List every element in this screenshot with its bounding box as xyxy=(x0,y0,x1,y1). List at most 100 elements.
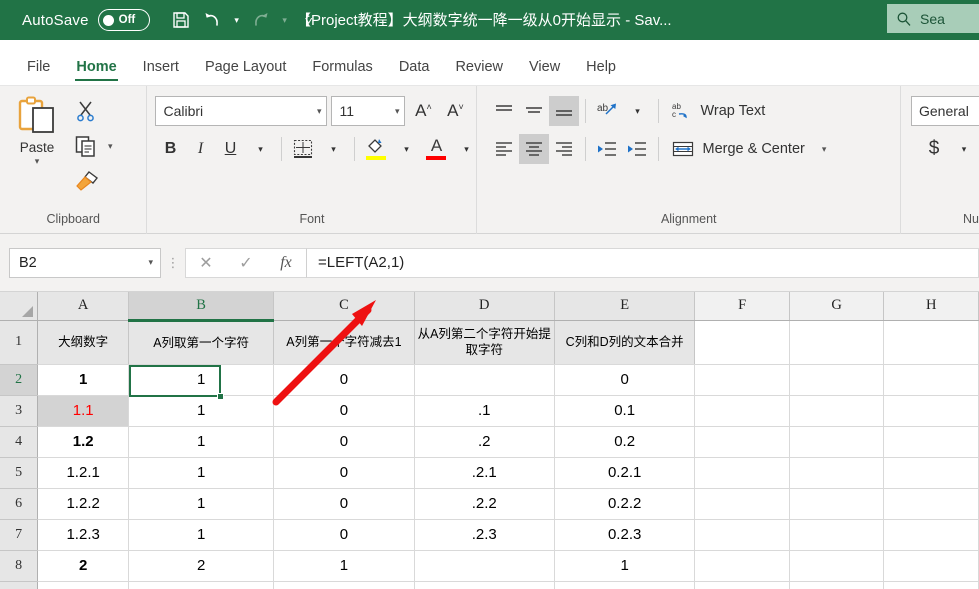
font-size-input[interactable]: 11 ▾ xyxy=(331,96,406,126)
font-color-button[interactable]: A xyxy=(421,134,451,164)
cell-d7[interactable]: .2.3 xyxy=(414,519,555,551)
cell-a2[interactable]: 1 xyxy=(37,364,129,396)
align-right-button[interactable] xyxy=(549,134,579,164)
column-header-a[interactable]: A xyxy=(37,292,129,321)
font-name-input[interactable]: Calibri ▾ xyxy=(155,96,328,126)
cell-a1[interactable]: 大纲数字 xyxy=(37,320,129,365)
currency-button[interactable]: $ xyxy=(919,134,949,164)
cell-h2[interactable] xyxy=(883,364,979,396)
italic-button[interactable]: I xyxy=(185,134,215,164)
cell-g5[interactable] xyxy=(789,457,885,489)
row-header-9[interactable] xyxy=(0,581,39,589)
cell-g8[interactable] xyxy=(789,550,885,582)
cell-e7[interactable]: 0.2.3 xyxy=(554,519,696,551)
fill-color-button[interactable] xyxy=(361,134,391,164)
cell-a8[interactable]: 2 xyxy=(37,550,129,582)
row-header-3[interactable]: 3 xyxy=(0,395,39,427)
row-header-7[interactable]: 7 xyxy=(0,519,39,551)
cell-d4[interactable]: .2 xyxy=(414,426,555,458)
cell-d1[interactable]: 从A列第二个字符开始提取字符 xyxy=(414,320,555,365)
copy-button[interactable]: ▾ xyxy=(74,131,144,161)
fill-handle[interactable] xyxy=(217,393,224,400)
cell-d2[interactable] xyxy=(414,364,555,396)
row-header-2[interactable]: 2 xyxy=(0,364,39,396)
cell-b9[interactable] xyxy=(128,581,275,589)
row-header-5[interactable]: 5 xyxy=(0,457,39,489)
decrease-indent-button[interactable] xyxy=(592,134,622,164)
tab-file[interactable]: File xyxy=(14,59,63,85)
cell-g7[interactable] xyxy=(789,519,885,551)
column-header-g[interactable]: G xyxy=(789,292,885,321)
cut-button[interactable] xyxy=(74,96,144,126)
cell-h4[interactable] xyxy=(883,426,979,458)
cell-b8[interactable]: 2 xyxy=(128,550,275,582)
fill-color-dropdown-icon[interactable]: ▾ xyxy=(391,134,421,164)
cell-d6[interactable]: .2.2 xyxy=(414,488,555,520)
cell-c7[interactable]: 0 xyxy=(273,519,415,551)
cell-d3[interactable]: .1 xyxy=(414,395,555,427)
cell-h8[interactable] xyxy=(883,550,979,582)
underline-dropdown-icon[interactable]: ▾ xyxy=(245,134,275,164)
cell-e4[interactable]: 0.2 xyxy=(554,426,696,458)
cell-c3[interactable]: 0 xyxy=(273,395,415,427)
cell-f5[interactable] xyxy=(694,457,790,489)
cell-f3[interactable] xyxy=(694,395,790,427)
shrink-font-button[interactable]: A ˅ xyxy=(441,96,469,126)
font-name-dropdown-icon[interactable]: ▾ xyxy=(317,106,322,117)
cell-e8[interactable]: 1 xyxy=(554,550,696,582)
column-header-c[interactable]: C xyxy=(273,292,415,321)
cell-c2[interactable]: 0 xyxy=(273,364,415,396)
paste-dropdown-icon[interactable]: ▾ xyxy=(35,156,40,167)
font-size-dropdown-icon[interactable]: ▾ xyxy=(395,106,400,117)
cell-f9[interactable] xyxy=(694,581,790,589)
cell-h7[interactable] xyxy=(883,519,979,551)
cell-g1[interactable] xyxy=(789,320,885,365)
cell-b7[interactable]: 1 xyxy=(128,519,275,551)
cell-f1[interactable] xyxy=(694,320,790,365)
merge-center-dropdown-icon[interactable]: ▾ xyxy=(822,144,827,155)
cell-e3[interactable]: 0.1 xyxy=(554,395,696,427)
undo-dropdown-icon[interactable]: ▾ xyxy=(230,5,244,35)
cell-c1[interactable]: A列第一个字符减去1 xyxy=(273,320,415,365)
tab-help[interactable]: Help xyxy=(573,59,629,85)
cell-a5[interactable]: 1.2.1 xyxy=(37,457,129,489)
name-box-dropdown-icon[interactable]: ▾ xyxy=(148,257,153,268)
column-header-f[interactable]: F xyxy=(694,292,790,321)
tab-page-layout[interactable]: Page Layout xyxy=(192,59,299,85)
cell-f4[interactable] xyxy=(694,426,790,458)
cell-a7[interactable]: 1.2.3 xyxy=(37,519,129,551)
cell-c9[interactable] xyxy=(273,581,415,589)
paste-button[interactable]: Paste ▾ xyxy=(0,86,74,167)
cell-g6[interactable] xyxy=(789,488,885,520)
insert-function-button[interactable]: fx xyxy=(266,249,306,277)
orientation-button[interactable]: ab xyxy=(592,96,622,126)
bottom-align-button[interactable] xyxy=(549,96,580,126)
column-header-d[interactable]: D xyxy=(414,292,555,321)
cell-g3[interactable] xyxy=(789,395,885,427)
cell-c8[interactable]: 1 xyxy=(273,550,415,582)
center-align-button[interactable] xyxy=(519,134,550,164)
cell-b2[interactable]: 1 xyxy=(128,364,275,396)
cell-f7[interactable] xyxy=(694,519,790,551)
autosave-toggle[interactable]: Off xyxy=(97,9,150,31)
currency-dropdown-icon[interactable]: ▾ xyxy=(949,134,979,164)
row-header-6[interactable]: 6 xyxy=(0,488,39,520)
column-header-e[interactable]: E xyxy=(554,292,696,321)
cell-b1[interactable]: A列取第一个字符 xyxy=(128,320,275,365)
format-painter-button[interactable] xyxy=(74,166,144,196)
tab-insert[interactable]: Insert xyxy=(130,59,192,85)
cell-f8[interactable] xyxy=(694,550,790,582)
wrap-text-button[interactable]: ab c Wrap Text xyxy=(665,96,771,126)
cell-d5[interactable]: .2.1 xyxy=(414,457,555,489)
save-button[interactable] xyxy=(166,5,196,35)
row-header-8[interactable]: 8 xyxy=(0,550,39,582)
cell-a3[interactable]: 1.1 xyxy=(37,395,129,427)
cell-e2[interactable]: 0 xyxy=(554,364,696,396)
align-left-button[interactable] xyxy=(489,134,519,164)
select-all-corner[interactable] xyxy=(0,292,39,321)
cell-c4[interactable]: 0 xyxy=(273,426,415,458)
cell-d8[interactable] xyxy=(414,550,555,582)
cell-e1[interactable]: C列和D列的文本合并 xyxy=(554,320,696,365)
cell-b6[interactable]: 1 xyxy=(128,488,275,520)
copy-dropdown-icon[interactable]: ▾ xyxy=(108,141,113,152)
